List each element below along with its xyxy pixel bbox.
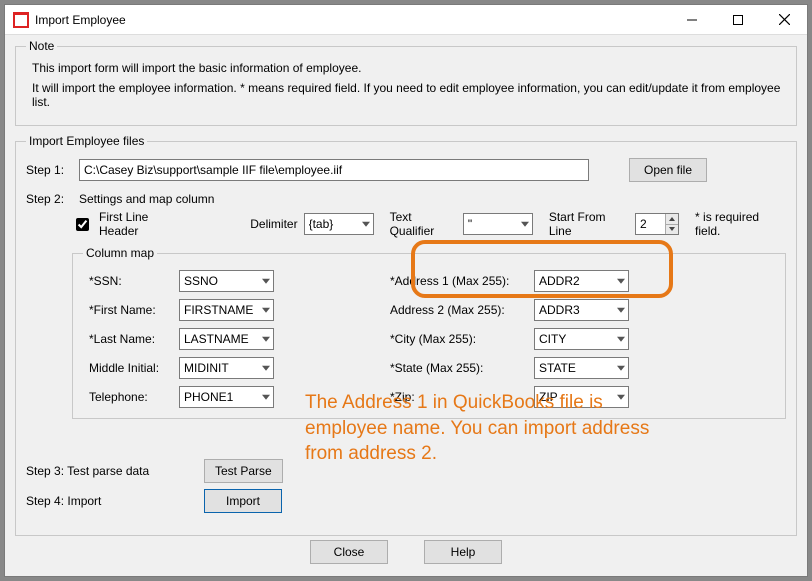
step2-heading: Settings and map column — [79, 192, 214, 206]
map-select-address1[interactable] — [534, 270, 629, 292]
titlebar: Import Employee — [5, 5, 807, 35]
window-body: Note This import form will import the ba… — [5, 35, 807, 576]
close-button[interactable]: Close — [310, 540, 388, 564]
map-label-lastname: *Last Name: — [89, 332, 179, 346]
import-files-legend: Import Employee files — [26, 134, 147, 148]
column-map-legend: Column map — [83, 246, 157, 260]
close-window-button[interactable] — [761, 5, 807, 35]
start-from-line-label: Start From Line — [549, 210, 629, 238]
map-select-lastname[interactable] — [179, 328, 274, 350]
map-select-state[interactable] — [534, 357, 629, 379]
map-label-ssn: *SSN: — [89, 274, 179, 288]
app-icon — [13, 12, 29, 28]
map-select-middleinitial[interactable] — [179, 357, 274, 379]
spin-down-button[interactable] — [665, 225, 678, 235]
map-label-address1: *Address 1 (Max 255): — [390, 274, 534, 288]
text-qualifier-select[interactable] — [463, 213, 533, 235]
map-select-telephone[interactable] — [179, 386, 274, 408]
map-select-firstname[interactable] — [179, 299, 274, 321]
import-button[interactable]: Import — [204, 489, 282, 513]
bottom-steps: Step 3: Test parse data Test Parse Step … — [26, 459, 786, 513]
minimize-button[interactable] — [669, 5, 715, 35]
text-qualifier-label: Text Qualifier — [390, 210, 457, 238]
map-select-city[interactable] — [534, 328, 629, 350]
step2-heading-row: Step 2: Settings and map column — [26, 192, 786, 206]
open-file-button[interactable]: Open file — [629, 158, 707, 182]
delimiter-label: Delimiter — [250, 217, 297, 231]
footer-buttons: Close Help — [5, 540, 807, 564]
note-group: Note This import form will import the ba… — [15, 39, 797, 126]
note-line-1: This import form will import the basic i… — [32, 61, 786, 75]
delimiter-select[interactable] — [304, 213, 374, 235]
step4-label: Step 4: Import — [26, 494, 196, 508]
step2-label: Step 2: — [26, 192, 71, 206]
maximize-button[interactable] — [715, 5, 761, 35]
map-select-ssn[interactable] — [179, 270, 274, 292]
first-line-header-label: First Line Header — [99, 210, 189, 238]
settings-row: First Line Header Delimiter Text Qualifi… — [26, 210, 786, 238]
import-files-group: Import Employee files Step 1: Open file … — [15, 134, 797, 536]
file-path-input[interactable] — [79, 159, 589, 181]
required-field-hint: * is required field. — [695, 210, 786, 238]
spin-up-button[interactable] — [665, 214, 678, 225]
test-parse-button[interactable]: Test Parse — [204, 459, 283, 483]
annotation-text: The Address 1 in QuickBooks file is empl… — [305, 390, 675, 467]
step1-label: Step 1: — [26, 163, 71, 177]
note-legend: Note — [26, 39, 57, 53]
import-employee-window: Import Employee Note This import form wi… — [4, 4, 808, 577]
map-select-address2[interactable] — [534, 299, 629, 321]
map-label-address2: Address 2 (Max 255): — [390, 303, 534, 317]
help-button[interactable]: Help — [424, 540, 502, 564]
column-map-right: *Address 1 (Max 255): Address 2 (Max 255… — [390, 270, 629, 408]
step1-row: Step 1: Open file — [26, 158, 786, 182]
map-label-city: *City (Max 255): — [390, 332, 534, 346]
first-line-header-checkbox[interactable] — [76, 218, 89, 231]
step3-label: Step 3: Test parse data — [26, 464, 196, 478]
map-label-firstname: *First Name: — [89, 303, 179, 317]
window-title: Import Employee — [35, 13, 126, 27]
map-label-telephone: Telephone: — [89, 390, 179, 404]
column-map-left: *SSN: *First Name: *Last Name: Middle In… — [89, 270, 274, 408]
note-line-2: It will import the employee information.… — [32, 81, 786, 109]
map-label-middleinitial: Middle Initial: — [89, 361, 179, 375]
map-label-state: *State (Max 255): — [390, 361, 534, 375]
